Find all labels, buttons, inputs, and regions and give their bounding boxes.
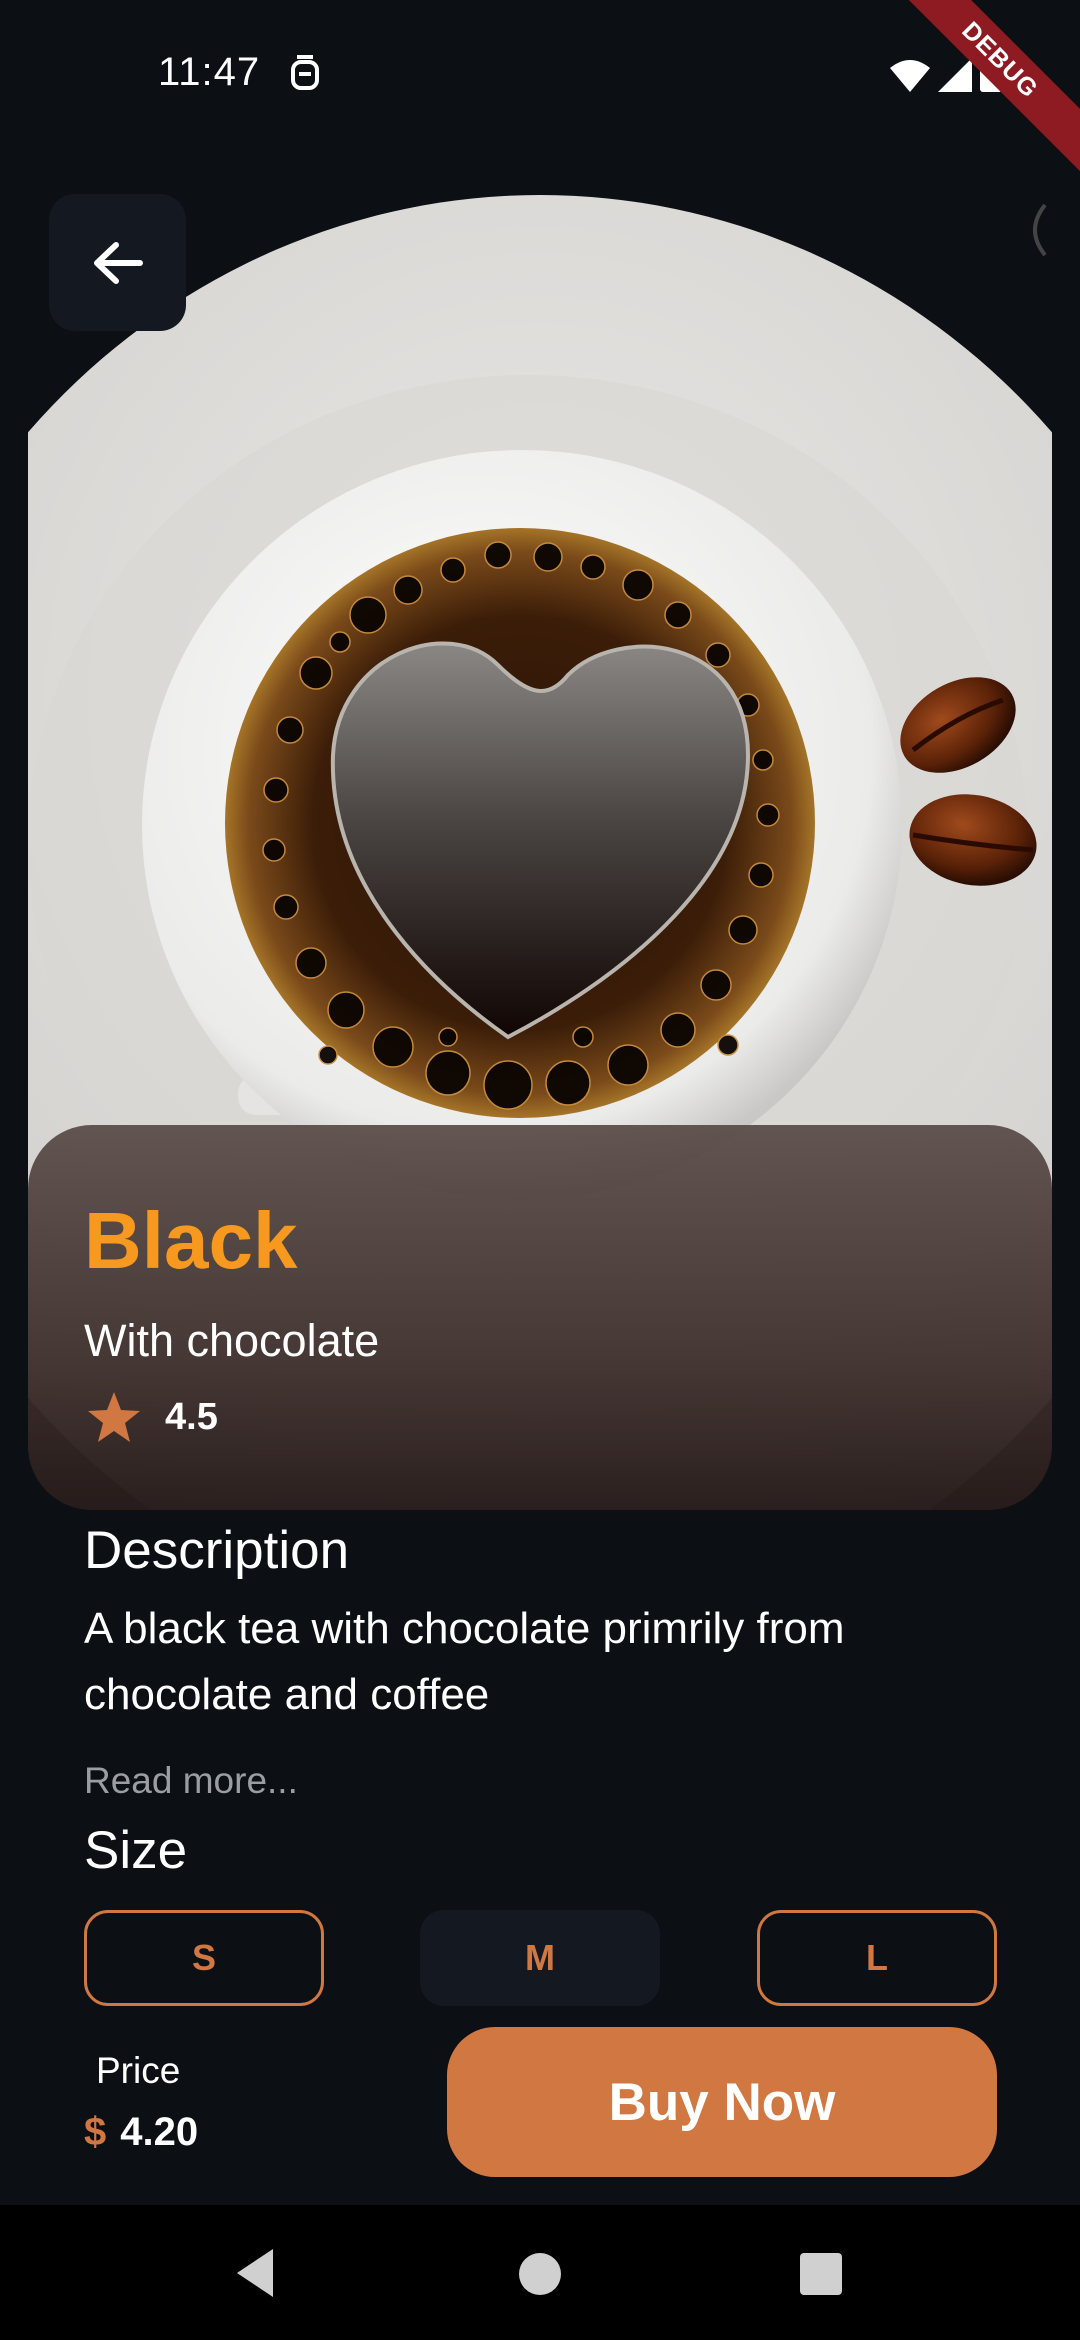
nav-back-icon[interactable] [233,2245,277,2301]
product-subtitle: With chocolate [84,1315,380,1366]
description-title: Description [84,1521,350,1580]
size-title: Size [84,1821,188,1880]
price-value: $4.20 [84,2110,198,2155]
system-navigation-bar [0,2205,1080,2340]
nav-recents-icon[interactable] [800,2253,842,2295]
status-time: 11:47 [158,50,261,94]
description-text: A black tea with chocolate primrily from… [84,1604,845,1719]
favorite-icon[interactable] [1020,200,1050,260]
price-currency: $ [84,2110,107,2154]
price-label: Price [96,2050,181,2091]
alarm-icon [291,55,319,90]
read-more-link[interactable]: Read more... [84,1760,298,1802]
rating-value: 4.5 [165,1396,218,1438]
product-detail-screen: 11:47 DEBUG Black With chocolate 4.5 Des… [0,0,1080,2340]
nav-home-icon[interactable] [519,2253,561,2295]
wifi-icon [890,60,930,92]
size-option-m[interactable]: M [420,1910,660,2006]
price-amount: 4.20 [120,2110,199,2154]
size-option-s[interactable]: S [84,1910,324,2006]
back-button[interactable] [49,194,186,331]
signal-icon [938,58,972,92]
status-bar: 11:47 DEBUG [0,0,1080,182]
star-icon [88,1392,140,1442]
arrow-left-icon [93,241,143,284]
product-name: Black [84,1196,298,1285]
size-option-l[interactable]: L [757,1910,997,2006]
buy-now-button[interactable]: Buy Now [447,2027,997,2177]
